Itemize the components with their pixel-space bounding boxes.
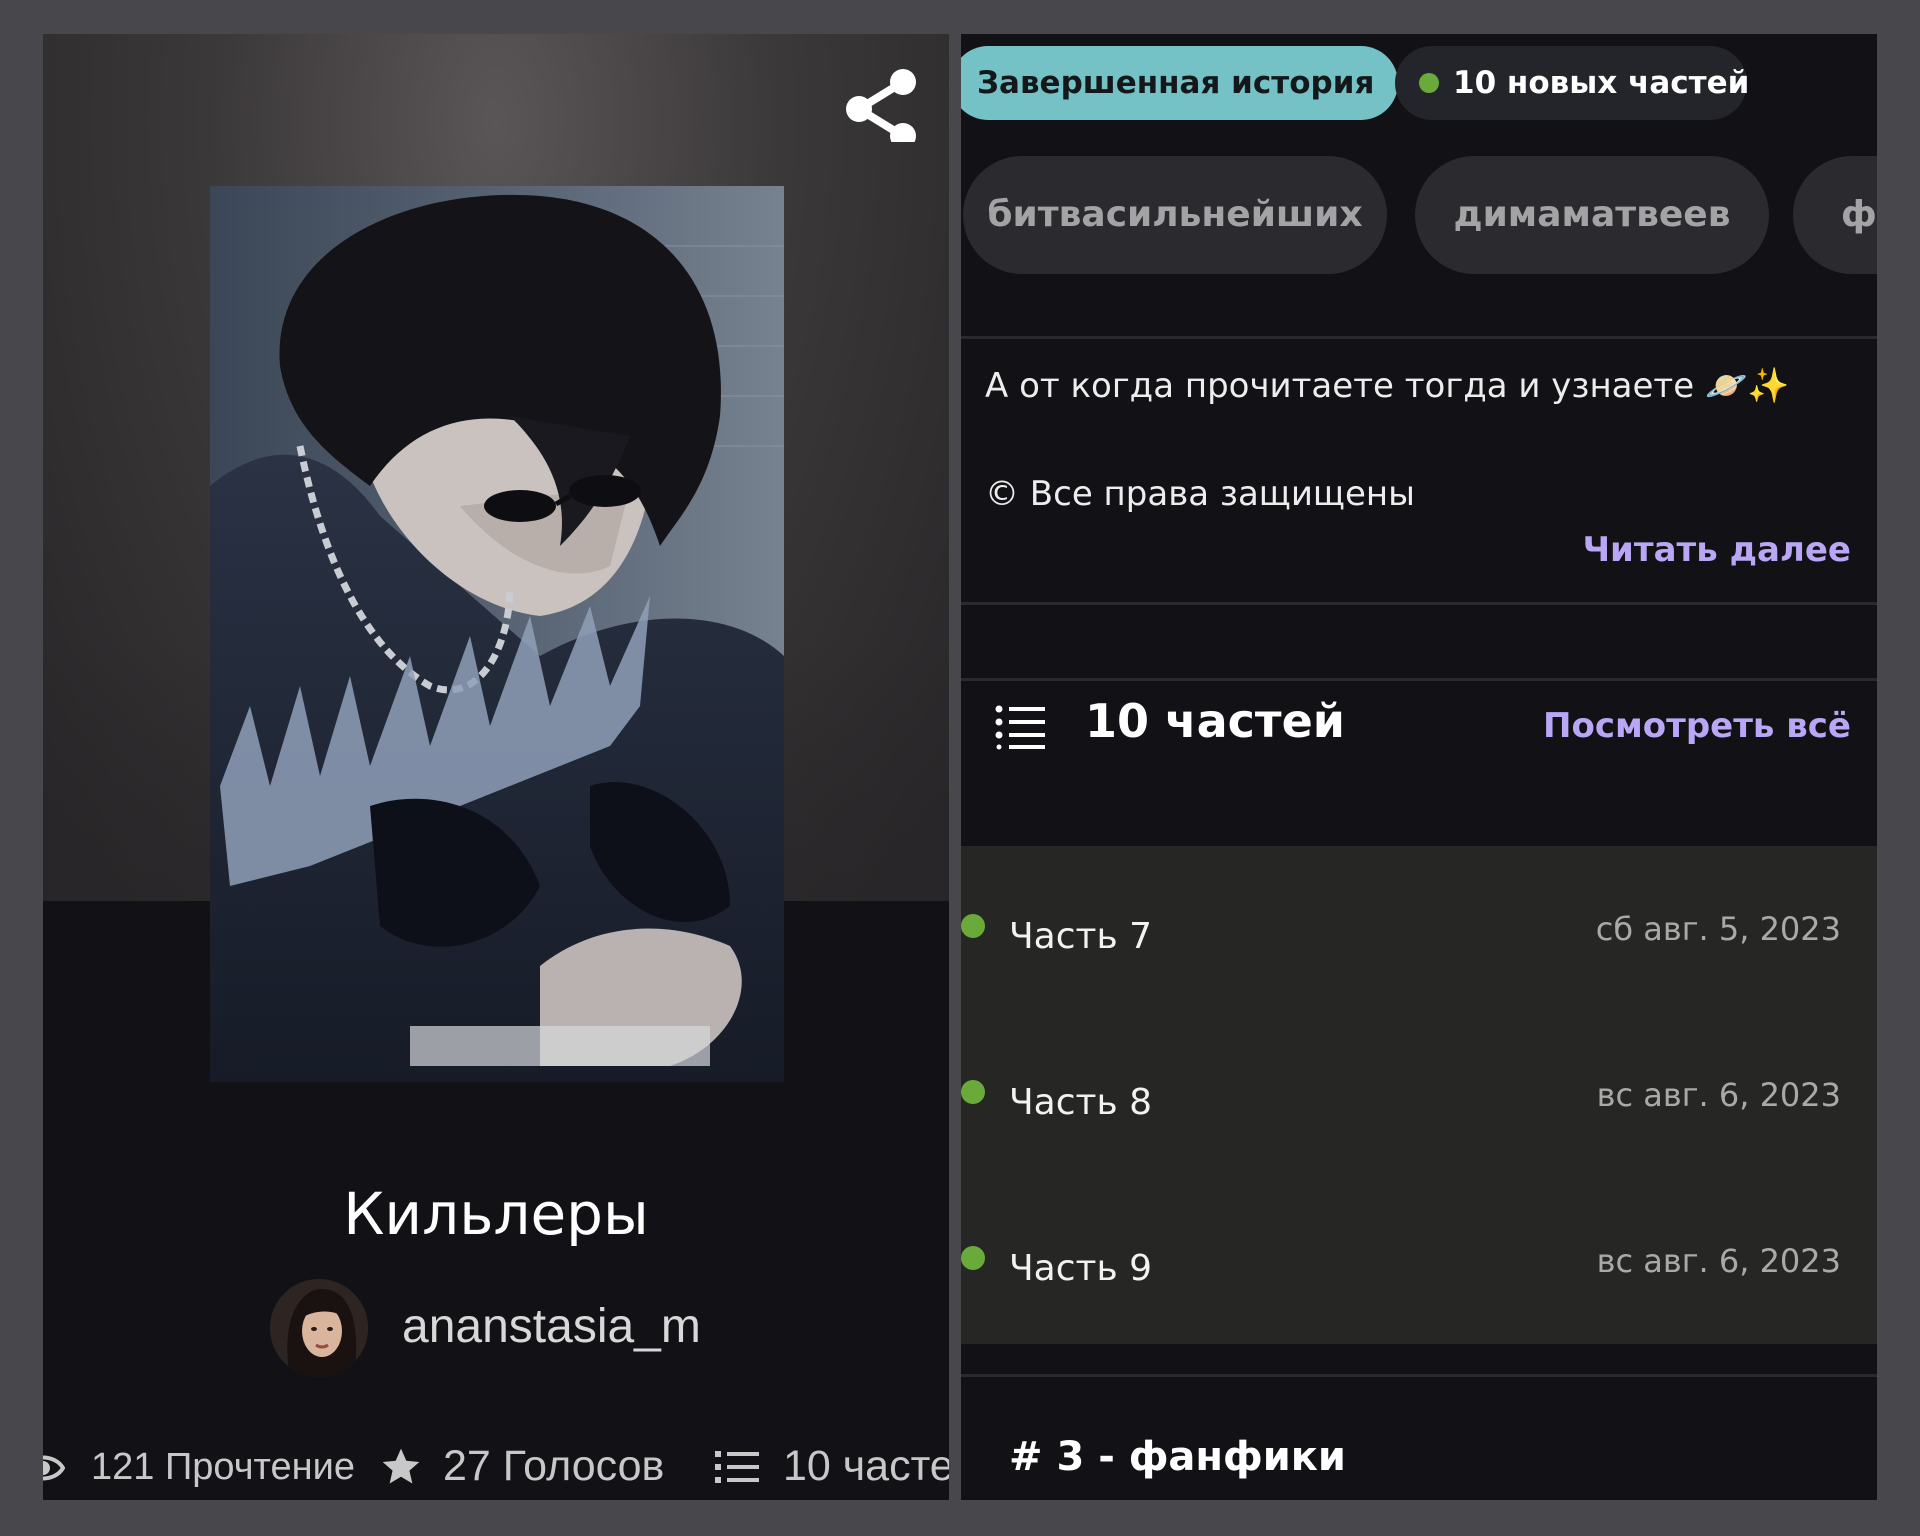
reads-count: 121 Прочтение <box>91 1446 355 1488</box>
votes-count: 27 Голосов <box>443 1442 665 1490</box>
cover-illustration <box>210 186 784 1082</box>
copyright-text: © Все права защищены <box>985 474 1415 514</box>
parts-stat: 10 часте <box>715 1442 949 1491</box>
see-all-parts-link[interactable]: Посмотреть всё <box>1543 706 1851 746</box>
divider <box>961 336 1877 339</box>
story-stats-bar: 121 Прочтение 27 Голосов 10 часте <box>43 1442 949 1500</box>
share-icon <box>846 69 916 149</box>
read-more-link[interactable]: Читать далее <box>1583 530 1851 570</box>
divider <box>961 602 1877 605</box>
part-date: сб авг. 5, 2023 <box>1595 910 1841 948</box>
reads-stat: 121 Прочтение <box>43 1446 355 1489</box>
story-title: Кильлеры <box>343 1180 649 1248</box>
star-icon <box>382 1448 420 1483</box>
tag-chip[interactable]: ф <box>1793 156 1877 274</box>
part-list-item[interactable]: Часть 7 сб авг. 5, 2023 <box>961 846 1877 1012</box>
new-part-dot <box>961 1080 985 1104</box>
parts-count-heading: 10 частей <box>1085 694 1346 748</box>
part-list-item[interactable]: Часть 8 вс авг. 6, 2023 <box>961 1012 1877 1178</box>
story-cover-panel: Кильлеры ananstasia_m 121 Прочтение 27 Г… <box>43 34 949 1500</box>
story-cover-image[interactable] <box>210 186 784 1082</box>
app-frame: Кильлеры ananstasia_m 121 Прочтение 27 Г… <box>0 0 1920 1536</box>
part-title: Часть 9 <box>1009 1248 1153 1289</box>
completed-status-badge: Завершенная история <box>961 46 1399 120</box>
ranking-label[interactable]: # 3 - фанфики <box>1009 1434 1346 1480</box>
eye-icon <box>43 1455 65 1480</box>
part-title: Часть 7 <box>1009 916 1153 957</box>
author-avatar[interactable] <box>270 1279 368 1377</box>
new-parts-label: 10 новых частей <box>1453 65 1750 101</box>
author-username[interactable]: ananstasia_m <box>402 1299 701 1354</box>
part-date: вс авг. 6, 2023 <box>1596 1076 1841 1114</box>
table-of-contents-icon <box>995 705 1045 750</box>
part-title: Часть 8 <box>1009 1082 1153 1123</box>
new-indicator-dot <box>1419 73 1439 93</box>
story-details-panel: Завершенная история 10 новых частей битв… <box>961 34 1877 1500</box>
votes-stat: 27 Голосов <box>379 1442 664 1491</box>
part-date: вс авг. 6, 2023 <box>1596 1242 1841 1280</box>
parts-count-stat: 10 часте <box>783 1442 949 1490</box>
avatar-image <box>270 1279 368 1377</box>
new-part-dot <box>961 914 985 938</box>
tag-chip[interactable]: битвасильнейших <box>963 156 1387 274</box>
share-button[interactable] <box>833 52 923 149</box>
list-icon <box>715 1450 759 1483</box>
parts-list: Часть 7 сб авг. 5, 2023 Часть 8 вс авг. … <box>961 846 1877 1344</box>
description-text: А от когда прочитаете тогда и узнаете 🪐✨ <box>985 366 1790 406</box>
tag-chip[interactable]: димаматвеев <box>1415 156 1769 274</box>
new-parts-badge: 10 новых частей <box>1395 46 1750 120</box>
part-list-item[interactable]: Часть 9 вс авг. 6, 2023 <box>961 1178 1877 1344</box>
divider <box>961 1374 1877 1377</box>
new-part-dot <box>961 1246 985 1270</box>
parts-header: 10 частей Посмотреть всё <box>961 674 1877 774</box>
